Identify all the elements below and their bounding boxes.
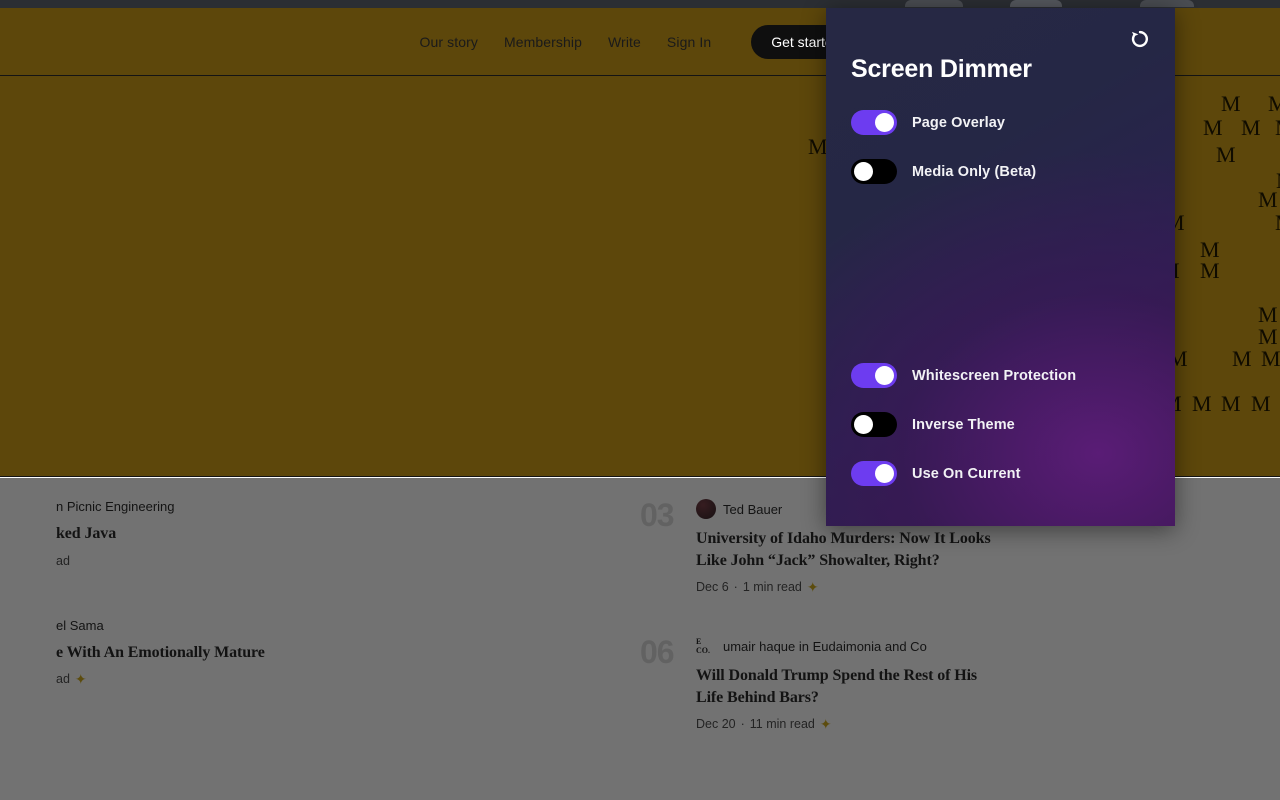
- meta-separator: ·: [741, 717, 745, 731]
- story-date: Dec 20: [696, 717, 736, 731]
- articles-left-column: 00 n Picnic Engineering ked Java ad: [0, 485, 640, 745]
- story-read-time: ad: [56, 672, 70, 686]
- hero-letter-m: M: [1221, 393, 1241, 415]
- byline-label[interactable]: umair haque in Eudaimonia and Co: [723, 639, 927, 654]
- toggle-label-whitescreen-protection: Whitescreen Protection: [912, 368, 1076, 384]
- hero-letter-m: M: [808, 136, 828, 158]
- story-date: Dec 6: [696, 580, 729, 594]
- publication-logo-line2: CO.: [696, 646, 716, 655]
- hero-letter-m: M: [1258, 326, 1278, 348]
- story-read-time: ad: [56, 554, 70, 568]
- star-icon: ✦: [820, 717, 832, 731]
- hero-letter-m: M: [1216, 144, 1236, 166]
- hero-letter-m: M: [1192, 393, 1212, 415]
- browser-tab-3[interactable]: [1140, 0, 1194, 7]
- page-title: Screen Dimmer: [851, 55, 1032, 84]
- story-rank: 03: [640, 499, 682, 594]
- toggle-knob: [875, 113, 894, 132]
- toggle-label-use-on-current: Use On Current: [912, 466, 1021, 482]
- setting-row-use-on-current[interactable]: Use On Current: [851, 461, 1021, 486]
- toggle-label-page-overlay: Page Overlay: [912, 115, 1005, 131]
- hero-letter-m: M: [1275, 212, 1280, 234]
- hero-letter-m: M: [1261, 348, 1280, 370]
- nav-link-our-story[interactable]: Our story: [420, 34, 478, 50]
- hero-letter-m: M: [1258, 304, 1278, 326]
- toggle-label-media-only: Media Only (Beta): [912, 164, 1036, 180]
- main-nav: Our story Membership Write Sign In Get s…: [420, 25, 861, 59]
- story-meta: Dec 6 · 1 min read ✦: [696, 580, 1280, 594]
- toggle-page-overlay[interactable]: [851, 110, 897, 135]
- hero-letter-m: M: [1232, 348, 1252, 370]
- story-title[interactable]: Will Donald Trump Spend the Rest of His …: [696, 665, 991, 708]
- browser-tab-1[interactable]: [905, 0, 963, 7]
- screen-root: Our story Membership Write Sign In Get s…: [0, 0, 1280, 800]
- browser-chrome: [0, 0, 1280, 8]
- byline-label: n Picnic Engineering: [56, 499, 175, 514]
- star-icon: ✦: [807, 580, 819, 594]
- story-title[interactable]: e With An Emotionally Mature: [56, 642, 476, 664]
- nav-link-sign-in[interactable]: Sign In: [667, 34, 711, 50]
- toggle-inverse-theme[interactable]: [851, 412, 897, 437]
- toggle-use-on-current[interactable]: [851, 461, 897, 486]
- story-read-time: 11 min read: [750, 717, 815, 731]
- hero-letter-m: M: [1221, 93, 1241, 115]
- story-read-time: 1 min read: [743, 580, 802, 594]
- toggle-whitescreen-protection[interactable]: [851, 363, 897, 388]
- setting-row-media-only[interactable]: Media Only (Beta): [851, 159, 1036, 184]
- toggle-label-inverse-theme: Inverse Theme: [912, 417, 1015, 433]
- reset-icon[interactable]: [1129, 28, 1151, 50]
- byline-label[interactable]: Ted Bauer: [723, 502, 782, 517]
- nav-link-write[interactable]: Write: [608, 34, 641, 50]
- toggle-knob: [875, 366, 894, 385]
- list-item[interactable]: 06 E CO. umair haque in Eudaimonia and C…: [640, 608, 1280, 745]
- byline-label: el Sama: [56, 618, 104, 633]
- hero-letter-m: M: [1268, 93, 1280, 115]
- story-title[interactable]: University of Idaho Murders: Now It Look…: [696, 528, 991, 571]
- nav-link-membership[interactable]: Membership: [504, 34, 582, 50]
- hero-letter-m: M: [1258, 189, 1278, 211]
- publication-logo-line1: E: [696, 637, 716, 646]
- avatar: [696, 499, 716, 519]
- hero-letter-m: M: [1200, 260, 1220, 282]
- byline: n Picnic Engineering: [56, 499, 640, 514]
- list-item[interactable]: 00 el Sama e With An Emotionally Mature …: [0, 582, 640, 701]
- story-meta: ad ✦: [56, 672, 640, 686]
- byline: E CO. umair haque in Eudaimonia and Co: [696, 636, 1280, 656]
- list-item[interactable]: 00 n Picnic Engineering ked Java ad: [0, 485, 640, 582]
- setting-row-page-overlay[interactable]: Page Overlay: [851, 110, 1005, 135]
- byline: el Sama: [56, 618, 640, 633]
- browser-tab-2[interactable]: [1010, 0, 1062, 7]
- story-rank: 06: [640, 636, 682, 731]
- story-title[interactable]: ked Java: [56, 523, 351, 545]
- story-meta: ad: [56, 554, 640, 568]
- publication-logo-icon: E CO.: [696, 636, 716, 656]
- setting-row-inverse-theme[interactable]: Inverse Theme: [851, 412, 1015, 437]
- toggle-knob: [875, 464, 894, 483]
- screen-dimmer-popup: Screen Dimmer Page Overlay Media Only (B…: [826, 8, 1175, 526]
- star-icon: ✦: [75, 672, 87, 686]
- meta-separator: ·: [734, 580, 738, 594]
- toggle-media-only[interactable]: [851, 159, 897, 184]
- toggle-knob: [854, 162, 873, 181]
- toggle-knob: [854, 415, 873, 434]
- story-meta: Dec 20 · 11 min read ✦: [696, 717, 1280, 731]
- hero-letter-m: M: [1251, 393, 1271, 415]
- setting-row-whitescreen-protection[interactable]: Whitescreen Protection: [851, 363, 1076, 388]
- hero-letter-m: M: [1275, 117, 1280, 139]
- hero-letter-m: M: [1203, 117, 1223, 139]
- hero-letter-m: M: [1241, 117, 1261, 139]
